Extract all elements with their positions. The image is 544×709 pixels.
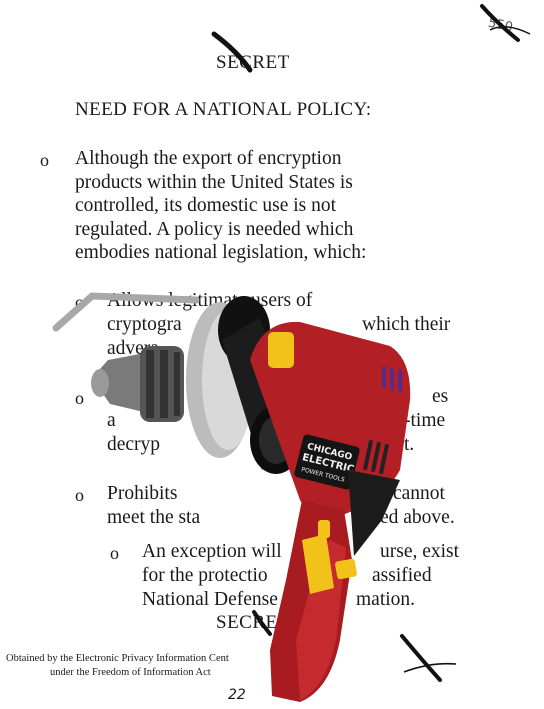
drill-grip-panel [348, 470, 400, 556]
drill-image: CHICAGO ELECTRIC POWER TOOLS [52, 292, 411, 702]
drill-accent [268, 332, 294, 368]
side-handle-rod [52, 292, 200, 332]
document-page: SECRET NEED FOR A NATIONAL POLICY: o Alt… [0, 0, 544, 709]
drill-chuck [91, 346, 184, 422]
